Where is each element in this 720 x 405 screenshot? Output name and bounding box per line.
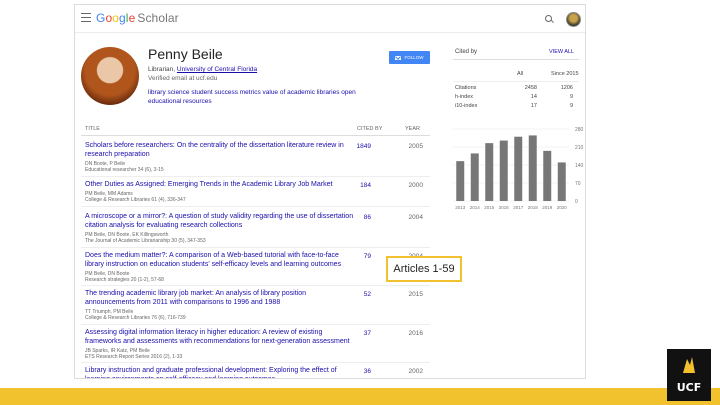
account-avatar[interactable] <box>566 12 581 27</box>
articles-table-header: TITLE CITED BY YEAR <box>81 123 430 136</box>
y-tick-label: 70 <box>575 181 581 187</box>
article-venue: College & Research Libraries 61 (4), 336… <box>85 197 186 203</box>
row-divider <box>81 324 430 325</box>
article-venue: Research strategies 20 (1-2), 57-68 <box>85 277 164 283</box>
article-cited-by[interactable]: 184 <box>351 182 371 189</box>
cited-by-column-header[interactable]: CITED BY <box>357 126 382 132</box>
gold-footer-bar <box>0 388 720 405</box>
article-cited-by[interactable]: 37 <box>351 330 371 337</box>
citation-bar-2016[interactable] <box>499 140 508 201</box>
article-title[interactable]: A microscope or a mirror?: A question of… <box>85 213 355 230</box>
citation-bar-2020[interactable] <box>557 162 566 201</box>
article-title[interactable]: Scholars before researchers: On the cent… <box>85 142 355 159</box>
citation-bar-2014[interactable] <box>470 153 479 201</box>
citation-bar-2013[interactable] <box>456 161 465 201</box>
title-column-header[interactable]: TITLE <box>85 126 100 132</box>
article-year: 2016 <box>408 330 423 337</box>
row-divider <box>81 247 430 248</box>
article-year: 2015 <box>408 291 423 298</box>
row-divider <box>81 206 430 207</box>
article-venue: Educational researcher 34 (6), 3-15 <box>85 167 164 173</box>
stats-divider <box>453 59 579 60</box>
profile-affiliation: Librarian, University of Central Florida <box>148 66 258 73</box>
citations-bar-chart: 0 70 140 210 280 2013 2014 2015 2016 2017 2018 2019… <box>453 127 584 210</box>
x-tick-label: 2017 <box>513 205 524 210</box>
article-venue: College & Research Libraries 76 (6), 716… <box>85 315 186 321</box>
article-year: 2005 <box>408 143 423 150</box>
article-title[interactable]: Assessing digital information literacy i… <box>85 329 355 346</box>
row-divider <box>81 285 430 286</box>
article-title[interactable]: Library instruction and graduate profess… <box>85 367 355 378</box>
research-interests[interactable]: library science student success metrics … <box>148 88 363 106</box>
article-cited-by[interactable]: 79 <box>351 253 371 260</box>
article-cited-by[interactable]: 86 <box>351 214 371 221</box>
stats-divider <box>453 81 579 82</box>
x-tick-label: 2019 <box>542 205 553 210</box>
row-divider <box>81 362 430 363</box>
ucf-logo: UCF <box>667 349 711 401</box>
mail-icon <box>395 55 402 60</box>
menu-icon[interactable] <box>81 13 91 22</box>
pegasus-icon <box>683 357 695 373</box>
x-tick-label: 2015 <box>484 205 495 210</box>
google-scholar-logo[interactable]: Google Scholar <box>96 11 179 25</box>
article-cited-by[interactable]: 36 <box>351 368 371 375</box>
citation-bar-2018[interactable] <box>528 135 537 201</box>
profile-photo <box>81 47 139 105</box>
article-cited-by[interactable]: 1849 <box>351 143 371 150</box>
view-all-link[interactable]: VIEW ALL <box>549 49 574 55</box>
article-title[interactable]: Other Duties as Assigned: Emerging Trend… <box>85 181 355 190</box>
search-icon[interactable] <box>545 15 552 22</box>
y-tick-label: 140 <box>575 163 584 169</box>
x-tick-label: 2013 <box>455 205 466 210</box>
article-title[interactable]: The trending academic library job market… <box>85 290 355 307</box>
x-tick-label: 2020 <box>557 205 568 210</box>
affiliation-link[interactable]: University of Central Florida <box>177 66 257 73</box>
x-tick-label: 2014 <box>470 205 481 210</box>
article-venue: ETS Research Report Series 2016 (2), 1-3… <box>85 354 183 360</box>
citation-bar-2017[interactable] <box>514 136 523 201</box>
y-tick-label: 0 <box>575 199 578 205</box>
x-tick-label: 2018 <box>528 205 539 210</box>
article-year: 2000 <box>408 182 423 189</box>
article-venue: The Journal of Academic Librarianship 30… <box>85 238 206 244</box>
citation-bar-2019[interactable] <box>543 150 552 201</box>
article-cited-by[interactable]: 52 <box>351 291 371 298</box>
row-divider <box>81 176 430 177</box>
article-year: 2004 <box>408 214 423 221</box>
profile-name: Penny Beile <box>148 46 223 62</box>
y-tick-label: 280 <box>575 127 584 133</box>
citation-bar-2015[interactable] <box>485 143 494 201</box>
cited-by-label: Cited by <box>455 49 478 55</box>
y-tick-label: 210 <box>575 145 584 151</box>
scholar-profile-screenshot: Google Scholar Penny Beile Librarian, Uni… <box>74 4 586 379</box>
article-year: 2002 <box>408 368 423 375</box>
verified-email: Verified email at ucf.edu <box>148 75 218 82</box>
article-title[interactable]: Does the medium matter?: A comparison of… <box>85 252 355 269</box>
follow-button[interactable]: FOLLOW <box>389 51 430 64</box>
articles-count-badge: Articles 1-59 <box>386 256 462 282</box>
x-tick-label: 2016 <box>499 205 510 210</box>
year-column-header[interactable]: YEAR <box>405 126 420 132</box>
top-bar: Google Scholar <box>75 5 585 33</box>
